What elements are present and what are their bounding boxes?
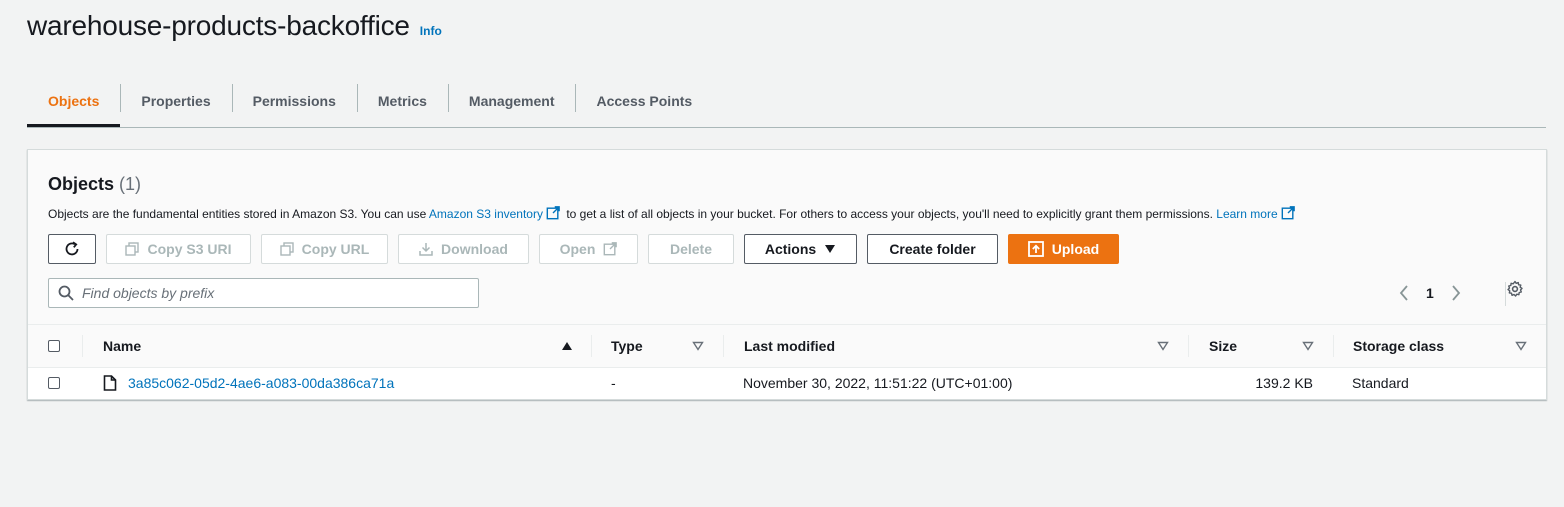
preferences-button[interactable] — [1506, 280, 1524, 303]
column-divider — [591, 335, 592, 357]
objects-panel: Objects (1) Objects are the fundamental … — [27, 149, 1547, 400]
objects-panel-header: Objects (1) Objects are the fundamental … — [28, 150, 1546, 325]
sort-descending-icon[interactable] — [1157, 341, 1169, 351]
create-folder-label: Create folder — [889, 241, 976, 257]
column-divider — [723, 335, 724, 357]
column-header-type[interactable]: Type — [611, 325, 643, 367]
download-icon — [419, 243, 433, 256]
column-header-last-modified[interactable]: Last modified — [744, 325, 835, 367]
column-header-storage-class[interactable]: Storage class — [1353, 325, 1444, 367]
copy-url-label: Copy URL — [301, 241, 370, 257]
column-divider — [82, 335, 83, 357]
row-checkbox[interactable] — [48, 377, 60, 389]
copy-icon — [279, 242, 294, 256]
panel-title-text: Objects — [48, 174, 115, 194]
info-link[interactable]: Info — [420, 24, 442, 38]
description-text-1: Objects are the fundamental entities sto… — [48, 207, 427, 221]
search-box — [48, 278, 479, 308]
column-header-name[interactable]: Name — [103, 325, 141, 367]
object-storage-class-cell: Standard — [1352, 375, 1409, 391]
column-divider — [1188, 335, 1189, 357]
select-all-cell — [48, 325, 60, 367]
sort-ascending-icon[interactable] — [561, 341, 573, 351]
object-size-cell: 139.2 KB — [1255, 375, 1313, 391]
actions-dropdown[interactable]: Actions — [744, 234, 857, 264]
refresh-icon — [65, 241, 79, 256]
copy-s3-uri-label: Copy S3 URI — [147, 241, 232, 257]
object-count: (1) — [119, 174, 142, 194]
page-header: warehouse-products-backoffice Info — [27, 10, 442, 42]
s3-inventory-link-label: Amazon S3 inventory — [428, 207, 543, 221]
copy-s3-uri-button[interactable]: Copy S3 URI — [106, 234, 251, 264]
chevron-right-icon — [1452, 285, 1460, 301]
sort-descending-icon[interactable] — [1515, 341, 1527, 351]
row-select-cell — [48, 368, 60, 398]
open-button[interactable]: Open — [539, 234, 638, 264]
tab-metrics[interactable]: Metrics — [356, 76, 448, 126]
external-link-icon — [1281, 206, 1295, 220]
column-header-size[interactable]: Size — [1209, 325, 1237, 367]
tab-properties[interactable]: Properties — [120, 76, 231, 126]
object-last-modified-cell: November 30, 2022, 11:51:22 (UTC+01:00) — [743, 375, 1013, 391]
object-name-cell: 3a85c062-05d2-4ae6-a083-00da386ca71a — [103, 368, 394, 398]
gear-icon — [1507, 280, 1523, 297]
delete-button[interactable]: Delete — [648, 234, 734, 264]
external-link-icon — [546, 206, 560, 220]
caret-down-icon — [825, 245, 836, 253]
tab-access-points[interactable]: Access Points — [575, 76, 713, 126]
upload-button[interactable]: Upload — [1008, 234, 1119, 264]
sort-descending-icon[interactable] — [692, 341, 704, 351]
chevron-left-icon — [1399, 285, 1408, 301]
tab-bar: Objects Properties Permissions Metrics M… — [27, 76, 1546, 128]
download-button[interactable]: Download — [398, 234, 529, 264]
upload-label: Upload — [1051, 241, 1100, 257]
description-text-2: to get a list of all objects in your buc… — [566, 207, 1213, 221]
next-page-button[interactable] — [1450, 284, 1462, 302]
create-folder-button[interactable]: Create folder — [867, 234, 998, 264]
search-icon — [58, 285, 74, 301]
search-input[interactable] — [82, 285, 472, 301]
tab-management[interactable]: Management — [447, 76, 576, 126]
copy-url-button[interactable]: Copy URL — [261, 234, 388, 264]
tab-permissions[interactable]: Permissions — [231, 76, 357, 126]
sort-descending-icon[interactable] — [1302, 341, 1314, 351]
table-row: 3a85c062-05d2-4ae6-a083-00da386ca71a - N… — [28, 368, 1546, 398]
previous-page-button[interactable] — [1398, 284, 1410, 302]
panel-title: Objects (1) — [48, 174, 141, 195]
pagination: 1 — [1398, 278, 1506, 308]
external-link-icon — [604, 242, 618, 256]
learn-more-link[interactable]: Learn more — [1216, 206, 1297, 221]
learn-more-link-label: Learn more — [1216, 207, 1278, 221]
file-icon — [103, 375, 117, 391]
tab-objects[interactable]: Objects — [27, 76, 121, 127]
bucket-title: warehouse-products-backoffice — [27, 10, 410, 41]
panel-description: Objects are the fundamental entities sto… — [48, 206, 1298, 221]
object-type-cell: - — [611, 375, 616, 391]
download-label: Download — [441, 241, 508, 257]
open-label: Open — [559, 241, 596, 257]
refresh-button[interactable] — [48, 234, 96, 264]
actions-label: Actions — [764, 241, 817, 257]
table-header: Name Type Last modified Size Storage cla… — [28, 325, 1546, 368]
object-name-link[interactable]: 3a85c062-05d2-4ae6-a083-00da386ca71a — [128, 375, 394, 391]
s3-inventory-link[interactable]: Amazon S3 inventory — [428, 206, 563, 221]
current-page[interactable]: 1 — [1426, 285, 1434, 301]
select-all-checkbox[interactable] — [48, 340, 60, 352]
upload-icon — [1027, 241, 1044, 257]
copy-icon — [125, 242, 140, 256]
delete-label: Delete — [669, 241, 713, 257]
column-divider — [1333, 335, 1334, 357]
